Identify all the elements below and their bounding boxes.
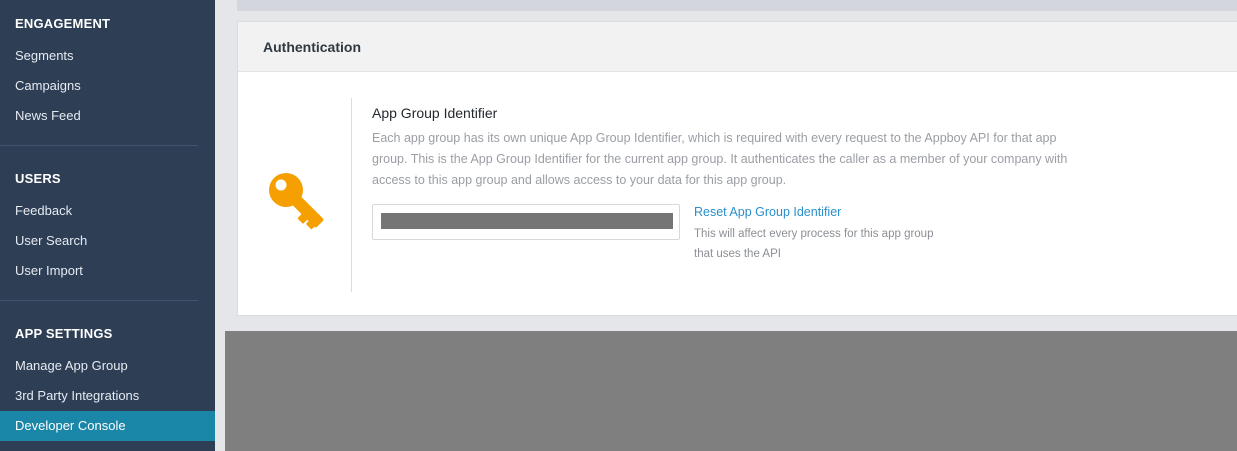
sidebar-item-developer-console[interactable]: Developer Console (0, 411, 215, 441)
redacted-identifier (381, 213, 673, 229)
sidebar-section-users: USERS (15, 171, 61, 186)
app-group-identifier-description: Each app group has its own unique App Gr… (372, 131, 1068, 187)
app-group-identifier-heading: App Group Identifier (372, 105, 498, 121)
sidebar-item-manage-app-group[interactable]: Manage App Group (0, 351, 215, 381)
sidebar-edge (215, 0, 225, 451)
sidebar-section-engagement: ENGAGEMENT (15, 16, 111, 31)
sidebar: ENGAGEMENT Segments Campaigns News Feed … (0, 0, 215, 451)
sidebar-item-user-import[interactable]: User Import (0, 256, 215, 286)
sidebar-item-segments[interactable]: Segments (0, 41, 215, 71)
sidebar-item-3rd-party-integrations[interactable]: 3rd Party Integrations (0, 381, 215, 411)
previous-card-bottom (237, 0, 1237, 11)
sidebar-item-news-feed[interactable]: News Feed (0, 101, 215, 131)
sidebar-divider (0, 300, 198, 301)
sidebar-divider (0, 145, 198, 146)
vertical-divider (351, 98, 352, 292)
reset-app-group-identifier-link[interactable]: Reset App Group Identifier (694, 205, 841, 219)
authentication-card: Authentication App Group Identifier Each… (237, 21, 1237, 316)
key-icon (269, 173, 324, 230)
card-header: Authentication (238, 22, 1237, 72)
sidebar-item-campaigns[interactable]: Campaigns (0, 71, 215, 101)
sidebar-item-feedback[interactable]: Feedback (0, 196, 215, 226)
app-group-identifier-field[interactable] (372, 204, 680, 240)
card-title: Authentication (263, 39, 361, 55)
sidebar-section-app-settings: APP SETTINGS (15, 326, 113, 341)
sidebar-item-user-search[interactable]: User Search (0, 226, 215, 256)
reset-warning-text: This will affect every process for this … (694, 228, 934, 260)
